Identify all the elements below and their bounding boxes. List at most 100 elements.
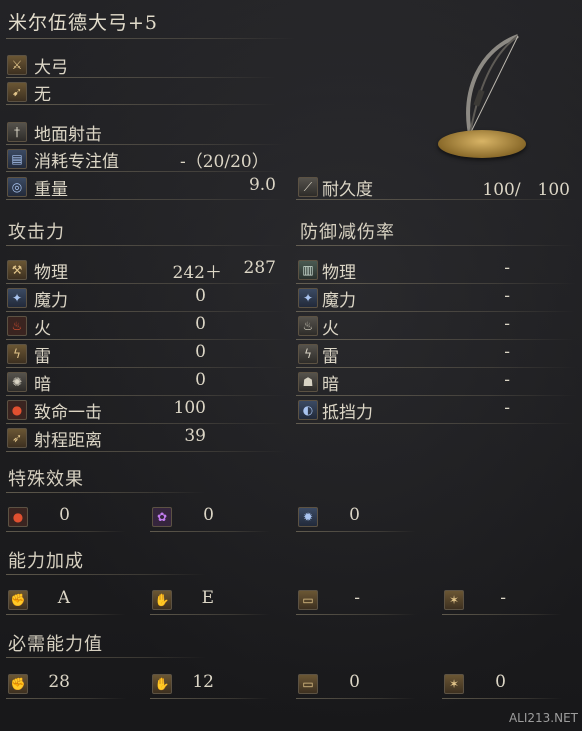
- poison-icon: ✿: [152, 507, 172, 527]
- defense-label: 暗: [322, 375, 339, 395]
- divider: [296, 395, 576, 396]
- attack-label: 致命一击: [34, 403, 102, 423]
- attack-value: 100: [173, 398, 206, 418]
- watermark: ALI213.NET: [508, 711, 578, 725]
- faith-icon: ✶: [444, 674, 464, 694]
- intelligence-icon: ▭: [298, 590, 318, 610]
- durability-label: 耐久度: [322, 180, 373, 200]
- faith-icon: ✶: [444, 590, 464, 610]
- fire-icon: ♨: [298, 316, 318, 336]
- poison-value: 0: [203, 505, 214, 525]
- divider: [6, 531, 126, 532]
- frost-icon: ✹: [298, 507, 318, 527]
- divider: [6, 657, 206, 658]
- durability-icon: ⟋: [298, 177, 318, 197]
- attack-value: 0: [195, 286, 206, 306]
- magic-icon: ✦: [7, 288, 27, 308]
- weight-icon: ◎: [7, 177, 27, 197]
- attack-bonus-value: 287: [243, 258, 276, 278]
- special-section-title: 特殊效果: [8, 469, 84, 490]
- weapon-pedestal: [438, 130, 526, 158]
- frost-value: 0: [349, 505, 360, 525]
- attack-label: 火: [34, 319, 51, 339]
- scaling-value: -: [500, 588, 506, 608]
- defense-value: -: [504, 370, 510, 390]
- attack-label: 魔力: [34, 291, 68, 311]
- defense-value: -: [504, 342, 510, 362]
- bleed-value: 0: [59, 505, 70, 525]
- divider: [296, 367, 576, 368]
- weapon-stats-panel: 米尔伍德大弓+5 ⚔ 大弓 ➹ 无 † 地面射击 ▤ 消耗专注值 -（20/20…: [0, 0, 582, 731]
- divider: [296, 283, 576, 284]
- weapon-type-icon: ⚔: [7, 55, 27, 75]
- divider: [6, 395, 286, 396]
- greatbow-icon: [466, 34, 519, 135]
- requirement-value: 28: [48, 672, 70, 692]
- dexterity-icon: ✋: [152, 674, 172, 694]
- physical-icon: ▥: [298, 260, 318, 280]
- defense-label: 火: [322, 319, 339, 339]
- weapon-type: 大弓: [34, 58, 68, 78]
- divider: [296, 531, 416, 532]
- divider: [6, 38, 296, 39]
- dark-icon: ☗: [298, 372, 318, 392]
- divider: [296, 698, 416, 699]
- divider: [6, 283, 286, 284]
- scaling-section-title: 能力加成: [8, 551, 84, 572]
- attack-value: 39: [184, 426, 206, 446]
- divider: [6, 451, 286, 452]
- stability-icon: ◐: [298, 400, 318, 420]
- attack-label: 雷: [34, 347, 51, 367]
- lightning-icon: ϟ: [7, 344, 27, 364]
- divider: [150, 698, 270, 699]
- requirement-value: 0: [495, 672, 506, 692]
- attack-value: 0: [195, 370, 206, 390]
- defense-label: 抵挡力: [322, 403, 373, 423]
- divider: [6, 423, 286, 424]
- divider: [296, 339, 576, 340]
- requirement-value: 0: [349, 672, 360, 692]
- strength-icon: ✊: [8, 590, 28, 610]
- fp-cost-value: -（20/20）: [180, 152, 269, 172]
- defense-value: -: [504, 286, 510, 306]
- divider: [150, 614, 270, 615]
- divider: [6, 144, 286, 145]
- defense-label: 魔力: [322, 291, 356, 311]
- defense-value: -: [504, 258, 510, 278]
- divider: [6, 104, 276, 105]
- divider: [6, 171, 286, 172]
- divider: [442, 614, 562, 615]
- scaling-value: -: [354, 588, 360, 608]
- physical-icon: ⚒: [7, 260, 27, 280]
- divider: [6, 698, 126, 699]
- attack-value: 242＋: [172, 263, 222, 283]
- weight-label: 重量: [34, 180, 68, 200]
- attack-value: 0: [195, 342, 206, 362]
- attack-label: 物理: [34, 263, 68, 283]
- attack-label: 暗: [34, 375, 51, 395]
- fp-cost-icon: ▤: [7, 149, 27, 169]
- divider: [296, 199, 576, 200]
- divider: [150, 531, 270, 532]
- divider: [296, 311, 576, 312]
- bleed-icon: ●: [8, 507, 28, 527]
- defense-value: -: [504, 398, 510, 418]
- magic-icon: ✦: [298, 288, 318, 308]
- lightning-icon: ϟ: [298, 344, 318, 364]
- fp-cost-label: 消耗专注值: [34, 152, 119, 172]
- divider: [6, 77, 276, 78]
- divider: [442, 698, 562, 699]
- divider: [6, 367, 286, 368]
- divider: [296, 614, 416, 615]
- dexterity-icon: ✋: [152, 590, 172, 610]
- divider: [296, 423, 576, 424]
- weapon-name: 米尔伍德大弓+5: [8, 12, 159, 34]
- defense-label: 物理: [322, 263, 356, 283]
- defense-label: 雷: [322, 347, 339, 367]
- durability-value: 100/ 100: [482, 180, 570, 200]
- divider: [6, 339, 286, 340]
- divider: [6, 574, 206, 575]
- range-icon: ➶: [7, 428, 27, 448]
- divider: [6, 492, 206, 493]
- intelligence-icon: ▭: [298, 674, 318, 694]
